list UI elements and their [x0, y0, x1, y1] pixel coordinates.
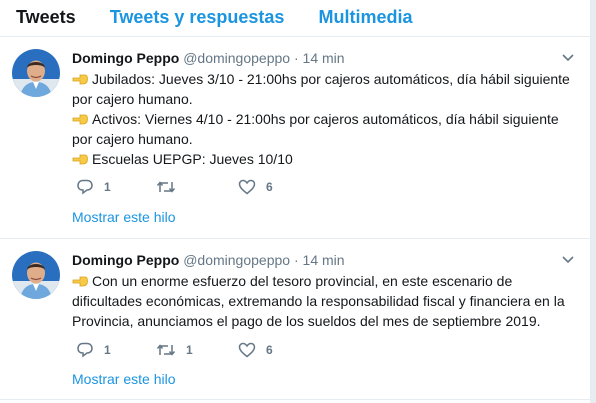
retweet-icon — [156, 342, 176, 358]
tweet-actions: 1 1 6 — [76, 342, 274, 358]
tweet-text-line: por cajero humano. — [72, 91, 193, 107]
chevron-down-icon[interactable] — [560, 253, 576, 265]
tweet-text-line: por cajero humano. — [72, 131, 193, 147]
chevron-down-icon[interactable] — [560, 51, 576, 63]
profile-tabs: Tweets Tweets y respuestas Multimedia — [0, 0, 590, 37]
tab-media[interactable]: Multimedia — [318, 7, 412, 36]
tweet-text-line: Escuelas UEPGP: Jueves 10/10 — [72, 149, 572, 169]
author-name[interactable]: Domingo Peppo — [72, 252, 179, 268]
pointing-hand-icon — [72, 71, 88, 85]
reply-icon — [76, 342, 94, 358]
pointing-hand-icon — [72, 273, 88, 287]
author-handle[interactable]: @domingopeppo — [183, 252, 290, 268]
retweet-button[interactable]: 1 — [156, 342, 238, 358]
reply-count: 1 — [104, 180, 111, 194]
tweet-text: Jubilados: Jueves 3/10 - 21:00hs por caj… — [72, 69, 572, 169]
reply-button[interactable]: 1 — [76, 179, 156, 195]
tab-tweets-and-replies[interactable]: Tweets y respuestas — [110, 7, 285, 36]
retweet-button[interactable] — [156, 179, 238, 195]
retweet-icon — [156, 179, 176, 195]
tweet-text: Con un enorme esfuerzo del tesoro provin… — [72, 271, 572, 331]
tweet-text-line: Provincia, anunciamos el pago de los sue… — [72, 313, 541, 329]
like-count: 6 — [266, 180, 273, 194]
tweet[interactable]: Domingo Peppo @domingopeppo · 14 min Con… — [0, 239, 590, 400]
tab-tweets[interactable]: Tweets — [16, 7, 76, 36]
tweet-text-line: Jubilados: Jueves 3/10 - 21:00hs por caj… — [72, 69, 572, 89]
profile-timeline: Tweets Tweets y respuestas Multimedia Do… — [0, 0, 590, 403]
tweet-actions: 1 6 — [76, 179, 274, 195]
tweet-timestamp[interactable]: 14 min — [303, 50, 345, 66]
tweet-text-line: dificultades económicas, extremando la r… — [72, 293, 565, 309]
author-name[interactable]: Domingo Peppo — [72, 50, 179, 66]
tweet-header: Domingo Peppo @domingopeppo · 14 min — [72, 251, 572, 269]
separator-dot: · — [293, 252, 299, 268]
like-button[interactable]: 6 — [238, 342, 274, 358]
pointing-hand-icon — [72, 151, 88, 165]
tweet-text-line: Activos: Viernes 4/10 - 21:00hs por caje… — [72, 109, 572, 129]
like-count: 6 — [266, 343, 273, 357]
reply-button[interactable]: 1 — [76, 342, 156, 358]
tweet-text-line: Con un enorme esfuerzo del tesoro provin… — [72, 271, 572, 291]
reply-count: 1 — [104, 343, 111, 357]
reply-icon — [76, 179, 94, 195]
heart-icon — [238, 179, 256, 195]
like-button[interactable]: 6 — [238, 179, 274, 195]
avatar[interactable] — [12, 49, 60, 97]
separator-dot: · — [293, 50, 299, 66]
show-thread-link[interactable]: Mostrar este hilo — [72, 209, 175, 225]
pointing-hand-icon — [72, 111, 88, 125]
show-thread-link[interactable]: Mostrar este hilo — [72, 371, 175, 387]
avatar[interactable] — [12, 251, 60, 299]
tweet-header: Domingo Peppo @domingopeppo · 14 min — [72, 49, 572, 67]
author-handle[interactable]: @domingopeppo — [183, 50, 290, 66]
tweet[interactable]: Domingo Peppo @domingopeppo · 14 min Jub… — [0, 37, 590, 239]
tweet-timestamp[interactable]: 14 min — [303, 252, 345, 268]
heart-icon — [238, 342, 256, 358]
retweet-count: 1 — [186, 343, 193, 357]
